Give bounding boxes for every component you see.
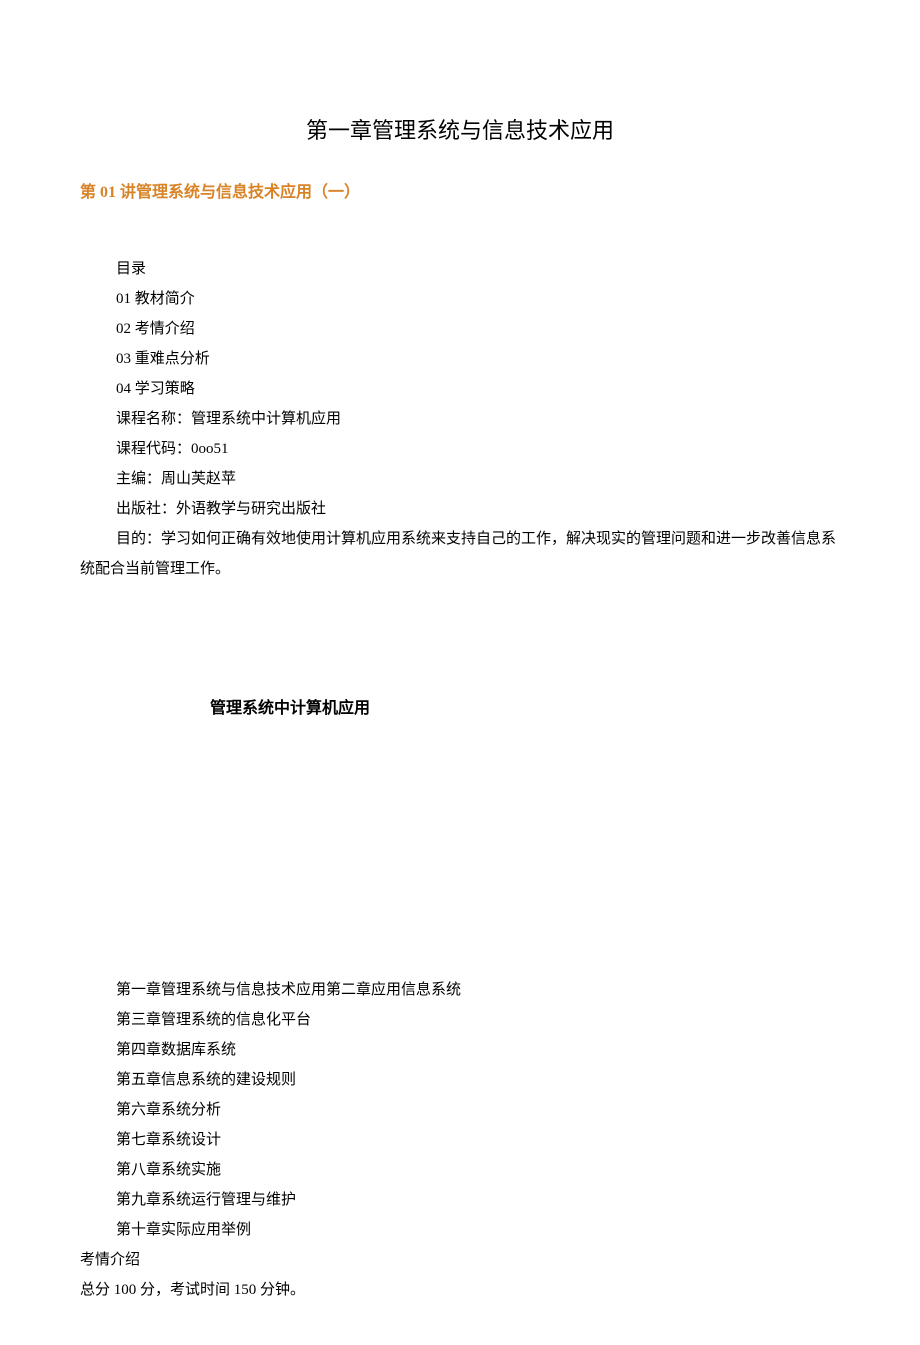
chapter-item: 第七章系统设计 [80,1125,840,1155]
objective: 目的：学习如何正确有效地使用计算机应用系统来支持自己的工作，解决现实的管理问题和… [80,524,840,584]
chapter-item: 第五章信息系统的建设规则 [80,1065,840,1095]
chapter-item: 第四章数据库系统 [80,1035,840,1065]
chapters-block: 第一章管理系统与信息技术应用第二章应用信息系统 第三章管理系统的信息化平台 第四… [80,975,840,1245]
chapter-item: 第三章管理系统的信息化平台 [80,1005,840,1035]
editor: 主编：周山芙赵苹 [116,464,840,494]
toc-label: 目录 [116,254,840,284]
chapter-item: 第八章系统实施 [80,1155,840,1185]
toc-item: 01 教材简介 [116,284,840,314]
chapter-item: 第六章系统分析 [80,1095,840,1125]
chapter-item: 第十章实际应用举例 [80,1215,840,1245]
course-code: 课程代码：0oo51 [116,434,840,464]
course-app-title: 管理系统中计算机应用 [80,694,840,724]
chapter-item: 第一章管理系统与信息技术应用第二章应用信息系统 [80,975,840,1005]
toc-item: 04 学习策略 [116,374,840,404]
chapter-item: 第九章系统运行管理与维护 [80,1185,840,1215]
exam-intro-label: 考情介绍 [80,1245,840,1275]
toc-item: 02 考情介绍 [116,314,840,344]
chapter-title: 第一章管理系统与信息技术应用 [80,110,840,152]
toc-item: 03 重难点分析 [116,344,840,374]
publisher: 出版社：外语教学与研究出版社 [116,494,840,524]
toc-block: 目录 01 教材简介 02 考情介绍 03 重难点分析 04 学习策略 课程名称… [80,254,840,524]
exam-summary: 总分 100 分，考试时间 150 分钟。 [80,1275,840,1305]
lecture-title: 第 01 讲管理系统与信息技术应用（一） [80,178,840,208]
course-name: 课程名称：管理系统中计算机应用 [116,404,840,434]
